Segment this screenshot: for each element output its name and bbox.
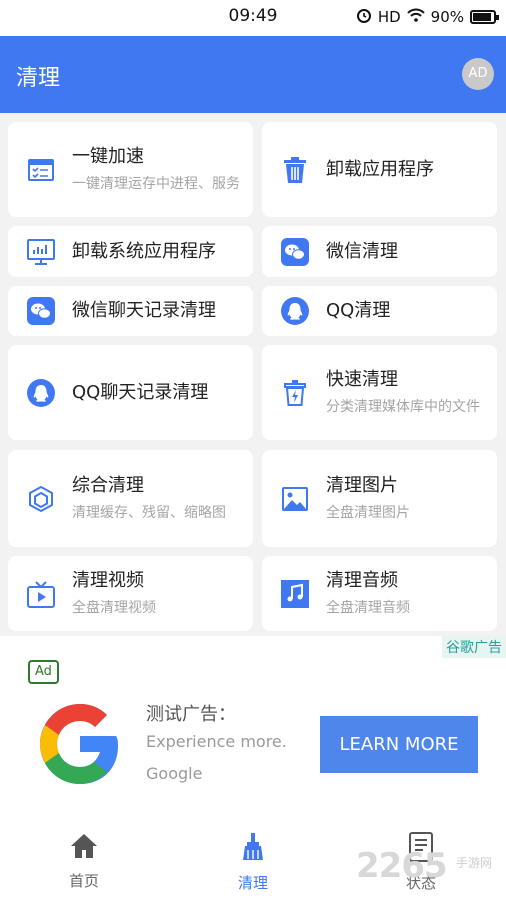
card-title: QQ清理 xyxy=(326,300,391,321)
battery-icon xyxy=(470,10,499,24)
app-header: 清理 AD xyxy=(0,36,506,113)
alarm-icon xyxy=(356,7,372,27)
broom-icon xyxy=(238,832,268,866)
wifi-icon xyxy=(406,8,425,26)
card-clean-images[interactable]: 清理图片 全盘清理图片 xyxy=(262,450,497,547)
status-icons: HD 90% xyxy=(356,7,499,27)
card-wechat-clean[interactable]: 微信清理 xyxy=(262,226,497,277)
card-subtitle: 分类清理媒体库中的文件 xyxy=(326,399,480,415)
music-icon xyxy=(280,579,310,609)
quick-clean-icon xyxy=(280,378,310,408)
card-qq-clean[interactable]: QQ清理 xyxy=(262,286,497,336)
trash-icon xyxy=(280,155,310,185)
watermark-logo: 2265 xyxy=(356,846,448,886)
card-title: 一键加速 xyxy=(72,146,144,167)
ad-title: 测试广告： xyxy=(146,704,236,725)
card-title: 卸载应用程序 xyxy=(326,158,434,180)
card-one-key-speedup[interactable]: 一键加速 一键清理运存中进程、服务 xyxy=(8,122,253,217)
card-clean-audio[interactable]: 清理音频 全盘清理音频 xyxy=(262,556,497,631)
ad-source-tag: 谷歌广告 xyxy=(442,636,506,658)
google-logo-icon xyxy=(30,694,130,794)
monitor-chart-icon xyxy=(26,237,56,267)
ad-brand: Google xyxy=(146,764,203,783)
qq-icon xyxy=(26,378,56,408)
card-clean-videos[interactable]: 清理视频 全盘清理视频 xyxy=(8,556,253,631)
card-subtitle: 清理缓存、残留、缩略图 xyxy=(72,505,226,521)
image-icon xyxy=(280,484,310,514)
card-title: 清理视频 xyxy=(72,570,144,591)
qq-icon xyxy=(280,296,310,326)
avatar[interactable]: AD xyxy=(462,58,494,90)
nav-home-label: 首页 xyxy=(68,872,99,890)
card-subtitle: 全盘清理音频 xyxy=(326,600,410,616)
wechat-icon xyxy=(26,296,56,326)
ad-banner[interactable]: 谷歌广告 Ad 测试广告： Experience more. Google LE… xyxy=(0,636,506,822)
card-uninstall-apps[interactable]: 卸载应用程序 xyxy=(262,122,497,217)
card-wechat-chat-clean[interactable]: 微信聊天记录清理 xyxy=(8,286,253,336)
nav-clean[interactable]: 清理 xyxy=(198,832,308,893)
nav-home[interactable]: 首页 xyxy=(29,832,139,891)
card-subtitle: 全盘清理图片 xyxy=(326,505,410,521)
card-title: 微信清理 xyxy=(326,240,398,262)
watermark-sub: 手游网 xyxy=(456,856,493,870)
status-bar: 09:49 HD 90% xyxy=(0,0,506,36)
card-subtitle: 全盘清理视频 xyxy=(72,600,156,616)
nav-clean-label: 清理 xyxy=(237,874,268,892)
card-title: 清理音频 xyxy=(326,570,398,591)
card-quick-clean[interactable]: 快速清理 分类清理媒体库中的文件 xyxy=(262,345,497,440)
card-comprehensive-clean[interactable]: 综合清理 清理缓存、残留、缩略图 xyxy=(8,450,253,547)
learn-more-button[interactable]: LEARN MORE xyxy=(320,716,478,773)
ad-subtitle: Experience more. xyxy=(146,732,287,751)
card-qq-chat-clean[interactable]: QQ聊天记录清理 xyxy=(8,345,253,440)
card-subtitle: 一键清理运存中进程、服务 xyxy=(72,176,240,192)
card-title: QQ聊天记录清理 xyxy=(72,381,209,403)
card-title: 微信聊天记录清理 xyxy=(72,300,216,321)
card-title: 卸载系统应用程序 xyxy=(72,240,216,262)
page-title: 清理 xyxy=(16,66,61,91)
card-uninstall-system-apps[interactable]: 卸载系统应用程序 xyxy=(8,226,253,277)
speed-boost-icon xyxy=(26,155,56,185)
hexagon-icon xyxy=(26,484,56,514)
status-network: HD xyxy=(377,8,401,26)
home-icon xyxy=(69,832,99,864)
card-title: 快速清理 xyxy=(326,369,398,390)
card-title: 清理图片 xyxy=(326,475,398,496)
tv-icon xyxy=(26,579,56,609)
ad-badge: Ad xyxy=(28,660,59,684)
status-battery-text: 90% xyxy=(430,8,464,26)
wechat-icon xyxy=(280,237,310,267)
card-title: 综合清理 xyxy=(72,475,144,496)
